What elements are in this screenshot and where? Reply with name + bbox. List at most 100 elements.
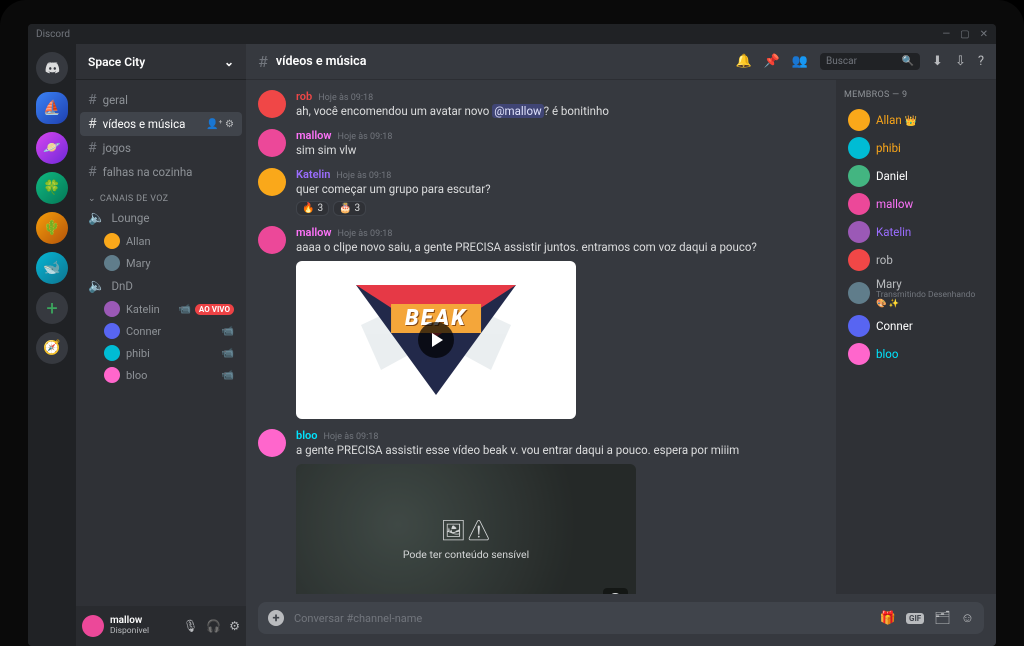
reaction[interactable]: 🎂3 — [333, 201, 366, 216]
mention[interactable]: @mallow — [492, 104, 543, 118]
self-meta[interactable]: mallow Disponível — [110, 615, 149, 637]
avatar — [848, 249, 870, 271]
member-item[interactable]: phibi — [844, 134, 988, 162]
avatar[interactable] — [258, 129, 286, 157]
members-header: MEMBROS — 9 — [844, 90, 988, 100]
server-item-2[interactable]: 🪐 — [36, 132, 68, 164]
voice-channel-dnd[interactable]: 🔈DnD — [80, 274, 242, 298]
server-item-1[interactable]: ⛵ — [36, 92, 68, 124]
server-item-3[interactable]: 🍀 — [36, 172, 68, 204]
search-input[interactable]: Buscar🔍 — [820, 53, 920, 70]
member-item[interactable]: Daniel — [844, 162, 988, 190]
voice-user-katelin[interactable]: Katelin📹AO VIVO — [80, 298, 242, 320]
camera-icon: 📹 — [222, 326, 234, 337]
message: mallowHoje às 09:18 sim sim vlw — [258, 129, 824, 158]
avatar[interactable] — [258, 226, 286, 254]
message-timestamp: Hoje às 09:18 — [324, 432, 379, 442]
message-author[interactable]: bloo — [296, 429, 318, 442]
member-name: mallow — [876, 197, 913, 211]
avatar — [848, 137, 870, 159]
user-settings-icon[interactable]: ⚙ — [229, 619, 240, 633]
explore-servers-button[interactable]: 🧭 — [36, 332, 68, 364]
self-avatar[interactable] — [82, 615, 104, 637]
member-item[interactable]: Conner — [844, 312, 988, 340]
message-author[interactable]: mallow — [296, 129, 332, 142]
video-embed[interactable]: BEAK — [296, 261, 576, 419]
discord-home-button[interactable] — [36, 52, 68, 84]
message-author[interactable]: rob — [296, 90, 312, 103]
reveal-button[interactable]: 👁 — [603, 588, 628, 594]
voice-user-conner[interactable]: Conner📹 — [80, 320, 242, 342]
window-close-icon[interactable]: ✕ — [980, 29, 988, 40]
text-channel-geral[interactable]: #geral — [80, 88, 242, 112]
member-item[interactable]: Allan 👑 — [844, 106, 988, 134]
speaker-icon: 🔈 — [88, 278, 105, 294]
server-item-4[interactable]: 🌵 — [36, 212, 68, 244]
member-name: bloo — [876, 347, 898, 361]
laptop-frame: Discord — ▢ ✕ ⛵ 🪐 🍀 🌵 🐋 + 🧭 — [0, 0, 1024, 646]
voice-channel-lounge[interactable]: 🔈Lounge — [80, 206, 242, 230]
message-author[interactable]: Katelin — [296, 168, 330, 181]
message-text: aaaa o clipe novo saiu, a gente PRECISA … — [296, 240, 824, 255]
gif-button[interactable]: GIF — [906, 613, 924, 624]
message: KatelinHoje às 09:18 quer começar um gru… — [258, 168, 824, 216]
window-minimize-icon[interactable]: — — [942, 29, 950, 40]
composer-placeholder: Conversar #channel-name — [294, 612, 870, 625]
avatar[interactable] — [258, 168, 286, 196]
play-button-icon[interactable] — [418, 322, 454, 358]
voice-user-mary[interactable]: Mary — [80, 252, 242, 274]
help-icon[interactable]: ? — [978, 54, 984, 69]
window-maximize-icon[interactable]: ▢ — [960, 29, 969, 40]
message-composer[interactable]: + Conversar #channel-name 🎁 GIF 🗂 ☺ — [258, 602, 984, 634]
pinned-icon[interactable]: 📌 — [764, 54, 780, 69]
download-icon[interactable]: ⇩ — [955, 54, 966, 69]
member-item[interactable]: MaryTransmitindo Desenhando 🎨 ✨ — [844, 274, 988, 312]
server-name: Space City — [88, 55, 145, 69]
member-item[interactable]: bloo — [844, 340, 988, 368]
members-toggle-icon[interactable]: 👥 — [792, 54, 808, 69]
message-text: ah, você encomendou um avatar novo @mall… — [296, 104, 824, 119]
sticker-icon[interactable]: 🗂 — [934, 611, 951, 626]
deafen-icon[interactable]: 🎧 — [206, 619, 221, 633]
member-item[interactable]: mallow — [844, 190, 988, 218]
channel-title: vídeos e música — [276, 54, 367, 69]
server-header[interactable]: Space City ⌄ — [76, 44, 246, 80]
member-item[interactable]: Katelin — [844, 218, 988, 246]
avatar — [848, 109, 870, 131]
avatar[interactable] — [258, 90, 286, 118]
text-channel-jogos[interactable]: #jogos — [80, 136, 242, 160]
reaction[interactable]: 🔥3 — [296, 201, 329, 216]
emoji-icon[interactable]: ☺ — [961, 610, 974, 626]
add-member-icon[interactable]: 👤⁺ — [206, 119, 222, 130]
add-server-button[interactable]: + — [36, 292, 68, 324]
member-item[interactable]: rob — [844, 246, 988, 274]
voice-user-allan[interactable]: Allan — [80, 230, 242, 252]
image-warning-icon: 🖼⚠ — [441, 518, 492, 542]
attach-button[interactable]: + — [268, 610, 284, 626]
channel-list: #geral #vídeos e música👤⁺ ⚙ #jogos #falh… — [76, 80, 246, 606]
message-author[interactable]: mallow — [296, 226, 332, 239]
channel-sidebar: Space City ⌄ #geral #vídeos e música👤⁺ ⚙… — [76, 44, 246, 646]
server-item-5[interactable]: 🐋 — [36, 252, 68, 284]
avatar — [104, 255, 120, 271]
voice-user-bloo[interactable]: bloo📹 — [80, 364, 242, 386]
message-list: rob Hoje às 09:18 ah, você encomendou um … — [246, 80, 836, 594]
inbox-icon[interactable]: ⬇ — [932, 54, 943, 69]
avatar[interactable] — [258, 429, 286, 457]
member-name: Conner — [876, 319, 913, 333]
member-name: Daniel — [876, 169, 908, 183]
members-panel: MEMBROS — 9 Allan 👑 phibi Daniel mallow … — [836, 80, 996, 594]
text-channel-videos-musica[interactable]: #vídeos e música👤⁺ ⚙ — [80, 112, 242, 136]
member-name: phibi — [876, 141, 901, 155]
voice-category[interactable]: ⌄CANAIS DE VOZ — [80, 184, 242, 206]
hash-icon: # — [88, 116, 97, 132]
member-activity: Transmitindo Desenhando 🎨 ✨ — [876, 291, 984, 309]
notifications-icon[interactable]: 🔔 — [735, 54, 751, 69]
text-channel-falhas[interactable]: #falhas na cozinha — [80, 160, 242, 184]
gear-icon[interactable]: ⚙ — [225, 119, 234, 130]
voice-user-phibi[interactable]: phibi📹 — [80, 342, 242, 364]
screen: Discord — ▢ ✕ ⛵ 🪐 🍀 🌵 🐋 + 🧭 — [28, 24, 996, 646]
mute-mic-icon[interactable]: 🎙 — [183, 619, 198, 633]
sensitive-media-placeholder[interactable]: 🖼⚠ Pode ter conteúdo sensível 👁 — [296, 464, 636, 594]
gift-icon[interactable]: 🎁 — [880, 611, 896, 626]
